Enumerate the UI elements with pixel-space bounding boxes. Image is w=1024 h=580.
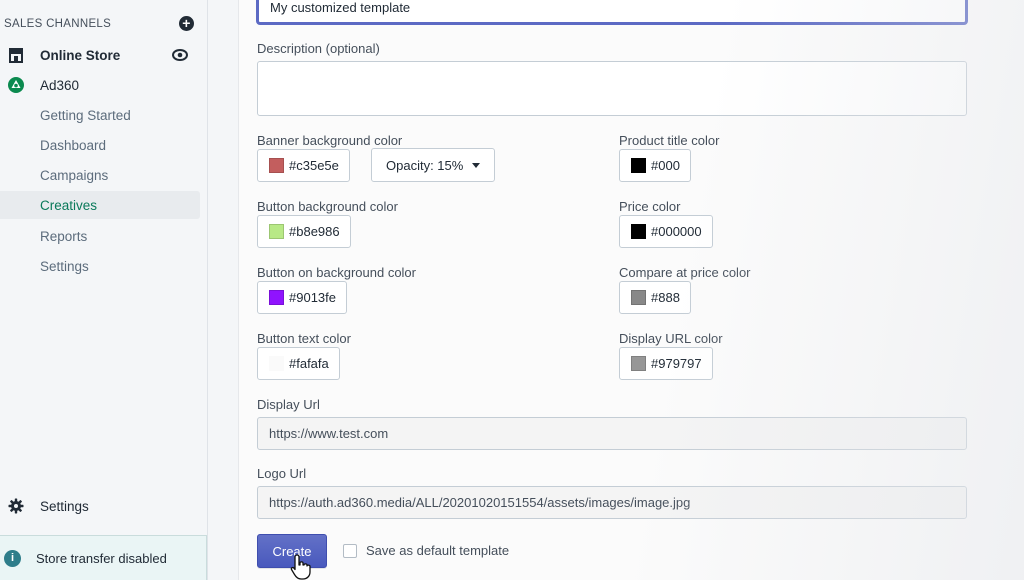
sidebar-item-app-settings[interactable]: Settings bbox=[0, 252, 200, 280]
sidebar-item-label: Settings bbox=[40, 258, 89, 274]
chevron-down-icon bbox=[472, 162, 481, 168]
color-swatch bbox=[631, 290, 646, 305]
button-text-label: Button text color bbox=[257, 331, 351, 346]
opacity-select[interactable]: Opacity: 15% bbox=[371, 148, 495, 182]
sidebar-item-settings[interactable]: Settings bbox=[0, 492, 200, 520]
color-swatch bbox=[631, 158, 646, 173]
sidebar-item-creatives[interactable]: Creatives bbox=[0, 191, 200, 219]
sidebar-item-label: Campaigns bbox=[40, 167, 109, 183]
sidebar-item-getting-started[interactable]: Getting Started bbox=[0, 101, 200, 129]
color-value: #979797 bbox=[651, 356, 702, 371]
price-color-picker[interactable]: #000000 bbox=[619, 215, 713, 248]
color-value: #fafafa bbox=[289, 356, 329, 371]
ad360-logo bbox=[8, 77, 24, 93]
banner-bg-color-picker[interactable]: #c35e5e bbox=[257, 149, 350, 182]
default-template-checkbox[interactable] bbox=[343, 543, 357, 558]
sidebar-item-reports[interactable]: Reports bbox=[0, 222, 200, 250]
color-value: #9013fe bbox=[289, 290, 336, 305]
product-title-label: Product title color bbox=[619, 133, 720, 148]
notice-text: Store transfer disabled bbox=[36, 550, 167, 566]
button-on-bg-label: Button on background color bbox=[257, 265, 416, 280]
color-swatch bbox=[631, 356, 646, 371]
color-value: #c35e5e bbox=[289, 158, 339, 173]
sidebar-item-label: Online Store bbox=[40, 47, 121, 63]
opacity-value: Opacity: 15% bbox=[386, 157, 464, 173]
sales-channels-title: SALES CHANNELS bbox=[4, 17, 112, 30]
info-icon: i bbox=[4, 549, 21, 567]
sidebar-item-label: Reports bbox=[40, 228, 88, 244]
description-textarea[interactable] bbox=[257, 61, 967, 116]
plus-circle-icon[interactable]: + bbox=[179, 16, 194, 31]
color-swatch bbox=[269, 290, 284, 305]
eye-icon[interactable] bbox=[172, 48, 188, 62]
creative-template-form: Description (optional) Banner background… bbox=[238, 0, 1024, 580]
button-text-color-picker[interactable]: #fafafa bbox=[257, 347, 340, 380]
store-icon bbox=[9, 48, 23, 63]
price-label: Price color bbox=[619, 199, 681, 214]
sidebar-item-dashboard[interactable]: Dashboard bbox=[0, 131, 200, 159]
default-template-option[interactable]: Save as default template bbox=[343, 543, 509, 558]
store-transfer-notice: i Store transfer disabled bbox=[0, 535, 207, 580]
display-url-color-label: Display URL color bbox=[619, 331, 723, 346]
hand-cursor-icon bbox=[290, 554, 311, 580]
product-title-color-picker[interactable]: #000 bbox=[619, 149, 691, 182]
banner-bg-label: Banner background color bbox=[257, 133, 403, 148]
sidebar: SALES CHANNELS + Online Store Ad360 Gett… bbox=[0, 0, 208, 580]
gear-icon bbox=[8, 498, 24, 514]
sidebar-item-online-store[interactable]: Online Store bbox=[0, 41, 200, 69]
sales-channels-header: SALES CHANNELS + bbox=[4, 16, 194, 31]
display-url-label: Display Url bbox=[257, 397, 320, 412]
button-bg-color-picker[interactable]: #b8e986 bbox=[257, 215, 351, 248]
sidebar-item-label: Getting Started bbox=[40, 107, 131, 123]
color-swatch bbox=[269, 158, 284, 173]
color-value: #888 bbox=[651, 290, 680, 305]
display-url-color-picker[interactable]: #979797 bbox=[619, 347, 713, 380]
sidebar-item-label: Dashboard bbox=[40, 137, 107, 153]
color-value: #000 bbox=[651, 158, 680, 173]
color-swatch bbox=[269, 356, 284, 371]
sidebar-item-label: Ad360 bbox=[40, 77, 80, 93]
color-value: #b8e986 bbox=[289, 224, 340, 239]
compare-price-color-picker[interactable]: #888 bbox=[619, 281, 691, 314]
color-swatch bbox=[269, 224, 284, 239]
sidebar-item-ad360[interactable]: Ad360 bbox=[0, 71, 200, 99]
button-on-bg-color-picker[interactable]: #9013fe bbox=[257, 281, 347, 314]
logo-url-input[interactable] bbox=[257, 486, 967, 519]
display-url-input[interactable] bbox=[257, 417, 967, 450]
description-label: Description (optional) bbox=[257, 41, 380, 56]
button-bg-label: Button background color bbox=[257, 199, 398, 214]
sidebar-item-campaigns[interactable]: Campaigns bbox=[0, 161, 200, 189]
logo-url-label: Logo Url bbox=[257, 466, 307, 481]
default-template-label: Save as default template bbox=[366, 543, 510, 558]
compare-price-label: Compare at price color bbox=[619, 265, 751, 280]
template-name-input[interactable] bbox=[257, 0, 967, 24]
sidebar-item-label: Creatives bbox=[40, 197, 98, 213]
color-value: #000000 bbox=[651, 224, 702, 239]
sidebar-item-label: Settings bbox=[40, 498, 89, 514]
color-swatch bbox=[631, 224, 646, 239]
